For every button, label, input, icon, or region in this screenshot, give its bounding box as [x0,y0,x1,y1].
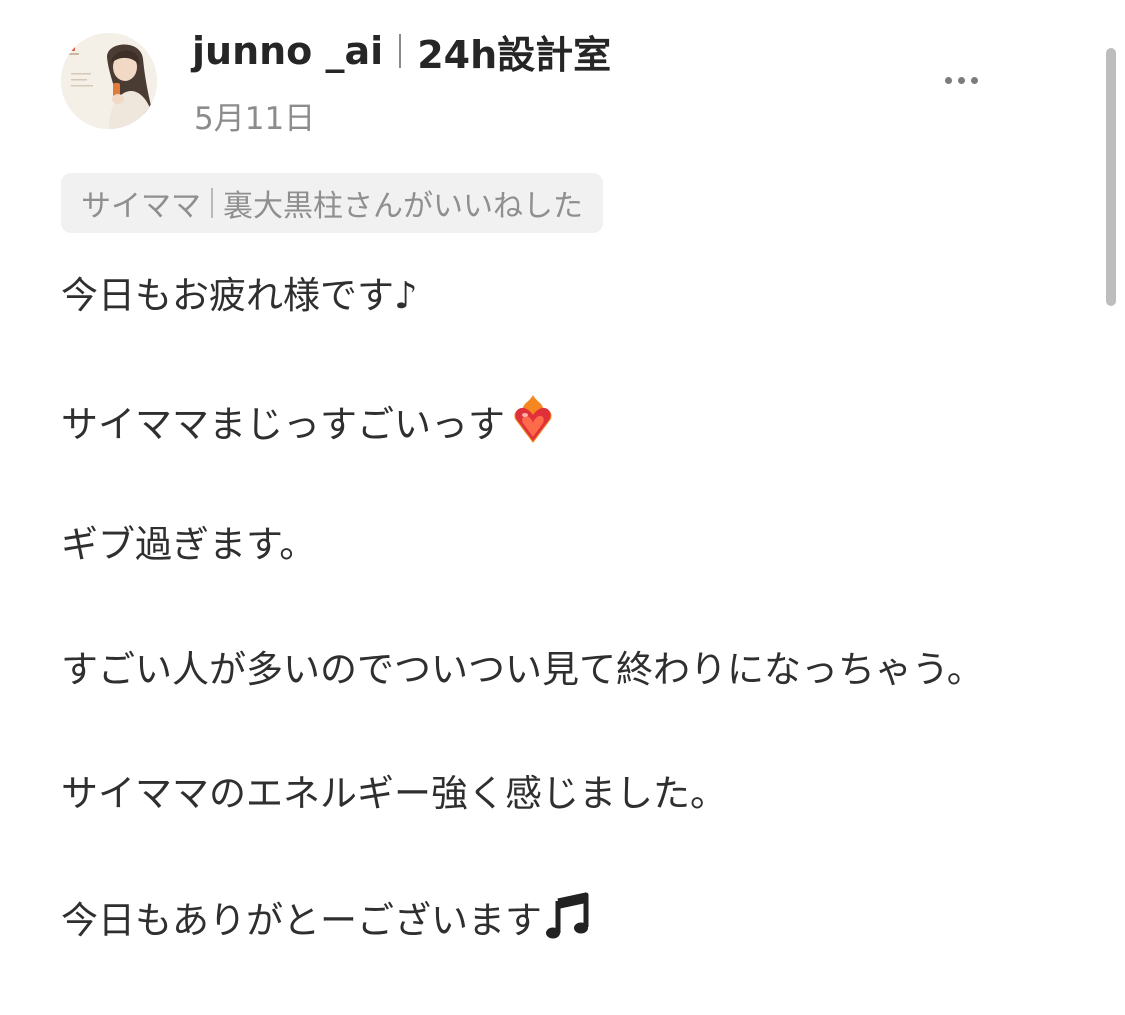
separator [399,34,401,68]
liked-by-tag: サイママ 裏大黒柱さん がいいねした [61,173,603,233]
post-line: すごい人が多いのでついつい見て終わりになっちゃう。 [61,642,1061,767]
post-line-text: ギブ過ぎます。 [61,523,316,566]
author-line: junno _ai 24h設計室 [192,26,611,76]
heart-on-fire-icon [509,393,557,461]
post-body: 今日もお疲れ様です♪ サイママまじっすごいっす ギブ過ぎます。 すごい人が多いの… [61,268,1061,1015]
post-line-text: 今日もお疲れ様です♪ [61,274,418,317]
more-horizontal-icon-dot [958,77,965,84]
post-line-text: 今日もありがとーございます [61,899,542,942]
more-horizontal-icon-dot [971,77,978,84]
liked-by-action: がいいねした [403,181,583,225]
musical-notes-icon [546,891,590,957]
post-line-text: サイママのエネルギー強く感じました。 [61,772,727,815]
author-name[interactable]: junno _ai [192,29,383,73]
post-line: 今日もお疲れ様です♪ [61,268,1061,393]
post-date: 5月11日 [194,93,315,138]
liked-by-user[interactable]: サイママ [81,181,201,225]
separator [211,188,213,218]
liked-by-user-suffix[interactable]: 裏大黒柱さん [223,181,403,225]
author-affiliation[interactable]: 24h設計室 [417,24,611,79]
post-line-text: サイママまじっすごいっす [61,403,505,446]
scrollbar-thumb[interactable] [1106,48,1116,306]
woman-with-phone-avatar-icon [61,33,157,129]
post-line: ギブ過ぎます。 [61,517,1061,642]
more-options-button[interactable] [936,64,986,96]
more-horizontal-icon [945,77,952,84]
post-line: サイママのエネルギー強く感じました。 [61,766,1061,891]
post-line-text: すごい人が多いのでついつい見て終わりになっちゃう。 [61,648,984,691]
author-avatar[interactable] [61,33,157,129]
post-line: 今日もありがとーございます [61,891,1061,1015]
post-line: サイママまじっすごいっす [61,393,1061,518]
